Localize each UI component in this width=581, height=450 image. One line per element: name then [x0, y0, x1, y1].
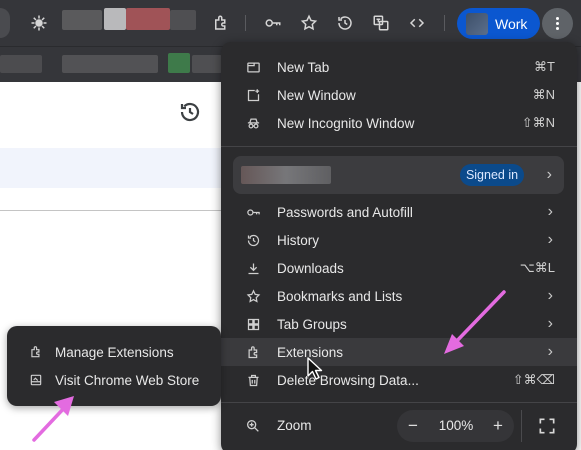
menu-item-tab-groups[interactable]: Tab Groups › [221, 310, 577, 338]
menu-item-history[interactable]: History › [221, 226, 577, 254]
history-icon[interactable] [178, 100, 202, 124]
tab-groups-icon [245, 316, 261, 332]
page-highlight-band [0, 148, 230, 188]
address-bar-redacted[interactable] [62, 10, 102, 30]
chevron-right-icon: › [547, 203, 553, 220]
menu-divider [221, 402, 577, 403]
menu-item-bookmarks[interactable]: Bookmarks and Lists › [221, 282, 577, 310]
bookmark-redacted[interactable] [62, 55, 158, 73]
annotation-arrow [444, 290, 506, 354]
menu-item-label: Delete Browsing Data... [277, 372, 419, 388]
annotation-arrow [32, 396, 74, 442]
page-divider [0, 210, 230, 211]
trash-icon [245, 372, 261, 388]
bookmark-redacted[interactable] [168, 53, 190, 73]
browser-toolbar: Work [0, 0, 581, 46]
chevron-right-icon: › [547, 315, 553, 332]
extensions-icon [245, 344, 261, 360]
dot [556, 27, 559, 30]
fullscreen-icon[interactable] [537, 416, 557, 436]
chevron-right-icon: › [547, 343, 553, 360]
zoom-control: − 100% + [397, 410, 514, 442]
menu-item-shortcut: ⇧⌘⌫ [512, 372, 555, 387]
address-bar-redacted [170, 10, 196, 30]
extensions-icon [28, 344, 44, 360]
star-icon [245, 288, 261, 304]
dot [556, 17, 559, 20]
bookmark-redacted[interactable] [192, 55, 222, 73]
new-tab-icon [245, 59, 261, 75]
menu-item-new-tab[interactable]: New Tab ⌘T [221, 53, 577, 81]
chevron-right-icon: › [547, 231, 553, 248]
translate-icon[interactable] [369, 11, 393, 35]
mouse-cursor-icon [307, 357, 323, 380]
menu-item-downloads[interactable]: Downloads ⌥⌘L [221, 254, 577, 282]
dot [556, 22, 559, 25]
profile-label: Work [495, 15, 528, 32]
menu-item-label: History [277, 232, 320, 248]
zoom-label: Zoom [277, 418, 312, 433]
submenu-item-label: Visit Chrome Web Store [55, 372, 200, 388]
avatar [466, 12, 488, 35]
zoom-separator [521, 410, 522, 442]
address-bar-redacted [104, 8, 126, 30]
address-bar-redacted [126, 8, 170, 30]
menu-item-delete-browsing-data[interactable]: Delete Browsing Data... ⇧⌘⌫ [221, 366, 577, 394]
key-icon[interactable] [261, 11, 285, 35]
menu-item-shortcut: ⌘N [532, 87, 555, 102]
menu-item-label: Tab Groups [277, 316, 347, 332]
submenu-item-label: Manage Extensions [55, 344, 174, 360]
key-icon [245, 204, 261, 220]
chevron-right-icon: › [547, 287, 553, 304]
history-icon[interactable] [333, 11, 357, 35]
bookmark-redacted[interactable] [0, 55, 42, 73]
toolbar-separator [245, 15, 246, 31]
zoom-in-button[interactable]: + [486, 414, 510, 438]
menu-divider [221, 146, 577, 147]
menu-item-shortcut: ⇧⌘N [521, 115, 555, 130]
code-icon[interactable] [405, 11, 429, 35]
profile-row[interactable]: Signed in › [233, 156, 564, 194]
menu-item-label: New Window [277, 87, 356, 103]
menu-item-shortcut: ⌘T [534, 59, 555, 74]
tab-strip-edge [0, 8, 10, 38]
menu-item-label: New Tab [277, 59, 330, 75]
more-menu-button[interactable] [542, 8, 573, 39]
extensions-icon[interactable] [209, 11, 233, 35]
menu-item-extensions[interactable]: Extensions › [221, 338, 577, 366]
chevron-right-icon: › [546, 166, 552, 183]
menu-item-label: Passwords and Autofill [277, 204, 413, 220]
submenu-item-manage-extensions[interactable]: Manage Extensions [7, 338, 221, 366]
download-icon [245, 260, 261, 276]
menu-item-new-incognito-window[interactable]: New Incognito Window ⇧⌘N [221, 109, 577, 137]
menu-item-new-window[interactable]: New Window ⌘N [221, 81, 577, 109]
chrome-menu: New Tab ⌘T New Window ⌘N New Incognito W… [221, 42, 577, 450]
zoom-level: 100% [438, 418, 474, 433]
menu-item-shortcut: ⌥⌘L [519, 260, 555, 275]
history-icon [245, 232, 261, 248]
menu-item-passwords[interactable]: Passwords and Autofill › [221, 198, 577, 226]
profile-button[interactable]: Work [457, 8, 540, 39]
profile-name-redacted [241, 166, 331, 184]
web-store-icon [28, 372, 44, 388]
menu-item-label: Downloads [277, 260, 344, 276]
star-icon[interactable] [297, 11, 321, 35]
incognito-icon [245, 115, 261, 131]
signed-in-badge: Signed in [460, 164, 524, 186]
zoom-row: Zoom − 100% + [221, 410, 577, 442]
toolbar-separator [444, 15, 445, 31]
submenu-item-visit-web-store[interactable]: Visit Chrome Web Store [7, 366, 221, 394]
site-settings-icon[interactable] [27, 11, 51, 35]
menu-item-label: New Incognito Window [277, 115, 415, 131]
zoom-icon [245, 418, 261, 434]
zoom-out-button[interactable]: − [401, 414, 425, 438]
menu-item-label: Bookmarks and Lists [277, 288, 403, 304]
new-window-icon [245, 87, 261, 103]
